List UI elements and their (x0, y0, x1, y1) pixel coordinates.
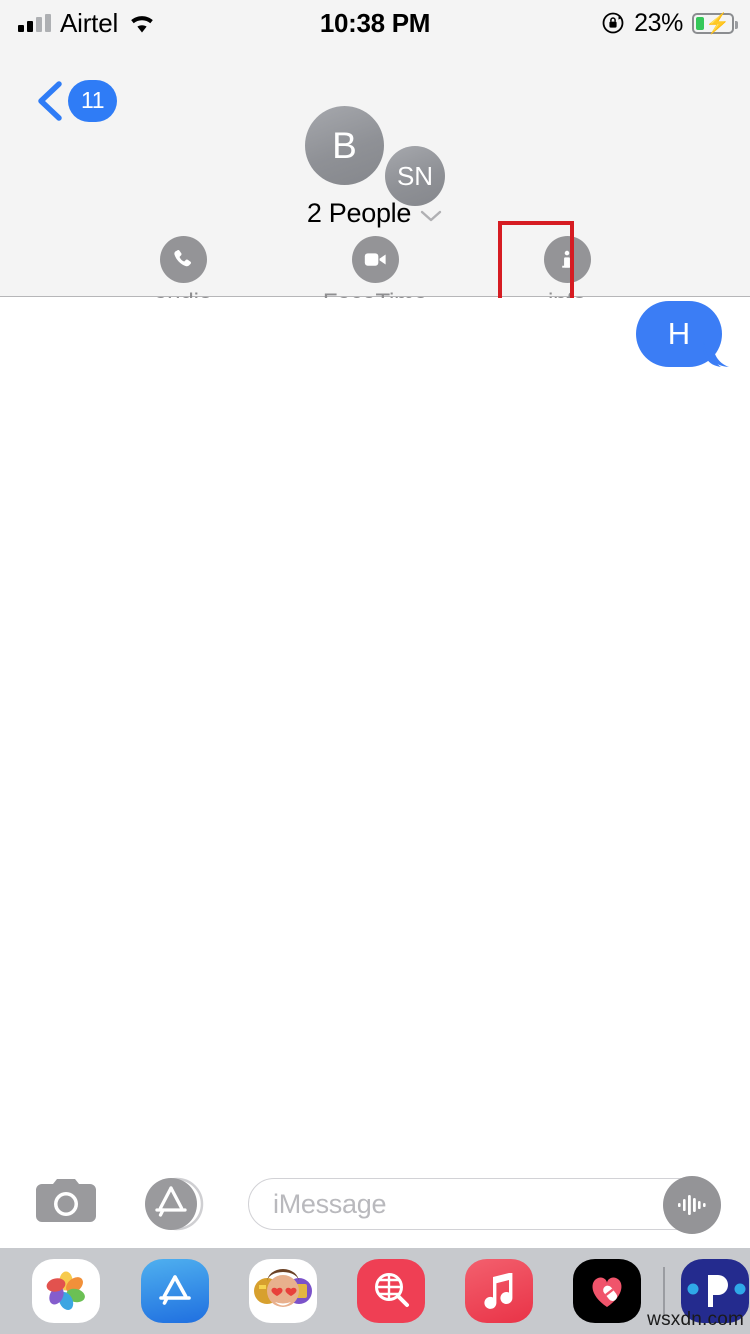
audio-call-circle (159, 236, 207, 283)
battery-percent-label: 23% (634, 8, 683, 37)
app-store-icon (145, 1177, 204, 1231)
app-store-button[interactable] (143, 1176, 205, 1237)
phone-icon (174, 249, 192, 266)
imessage-placeholder: iMessage (273, 1188, 387, 1219)
chevron-down-icon (420, 210, 442, 221)
message-list[interactable]: H (0, 298, 750, 1158)
images-magnifier-icon (375, 1273, 409, 1307)
charging-bolt-icon: ⚡ (705, 12, 730, 35)
camera-button[interactable] (36, 1179, 96, 1232)
battery-fill (696, 16, 704, 30)
battery-icon: ⚡ (692, 12, 738, 35)
watermark-label: wsxdn.com (647, 1309, 744, 1330)
facetime-circle (351, 236, 399, 283)
avatar-secondary[interactable]: SN (385, 146, 445, 206)
photos-app-icon[interactable] (32, 1259, 100, 1323)
audio-waveform-icon (678, 1195, 706, 1215)
message-bubble-outgoing[interactable]: H (636, 301, 722, 367)
photos-pinwheel-icon (46, 1271, 85, 1311)
camera-icon (36, 1179, 96, 1222)
status-bar: Airtel 10:38 PM 23% ⚡ (0, 0, 750, 46)
digital-touch-heart-icon (592, 1277, 622, 1307)
participants-label: 2 People (306, 198, 412, 228)
imessage-app-drawer[interactable]: wsxdn.com (0, 1248, 750, 1334)
digital-touch-app-icon[interactable] (573, 1259, 641, 1323)
participants-avatars[interactable]: B SN (0, 60, 750, 206)
participants-button[interactable]: 2 People (0, 198, 750, 229)
message-row: H (636, 301, 722, 367)
imessage-input-field[interactable]: iMessage (248, 1176, 721, 1234)
app-store-glyph-icon (159, 1275, 191, 1305)
music-app-icon[interactable] (465, 1259, 533, 1323)
memoji-stickers-app-icon[interactable] (249, 1259, 317, 1323)
app-store-app-icon[interactable] (141, 1259, 209, 1323)
record-audio-button[interactable] (663, 1176, 721, 1234)
memoji-faces-icon (254, 1269, 312, 1307)
avatar-primary[interactable]: B (305, 106, 384, 185)
images-search-app-icon[interactable] (357, 1259, 425, 1323)
video-camera-icon (364, 253, 386, 266)
p-letter-icon (687, 1275, 746, 1307)
conversation-header: 11 B SN 2 People audio (0, 46, 750, 320)
rotation-lock-icon (602, 12, 624, 34)
message-text: H (667, 316, 691, 351)
clock-label: 10:38 PM (319, 7, 431, 38)
status-bar-right: 23% ⚡ (601, 0, 738, 46)
avatar-initials: SN (396, 160, 434, 191)
avatar-initials: B (332, 124, 357, 166)
bubble-tail-icon (703, 342, 721, 367)
music-note-icon (484, 1273, 513, 1309)
imessage-conversation-screen: Airtel 10:38 PM 23% ⚡ 11 B SN 2 People H… (0, 0, 750, 1334)
app-drawer-divider (663, 1267, 665, 1315)
